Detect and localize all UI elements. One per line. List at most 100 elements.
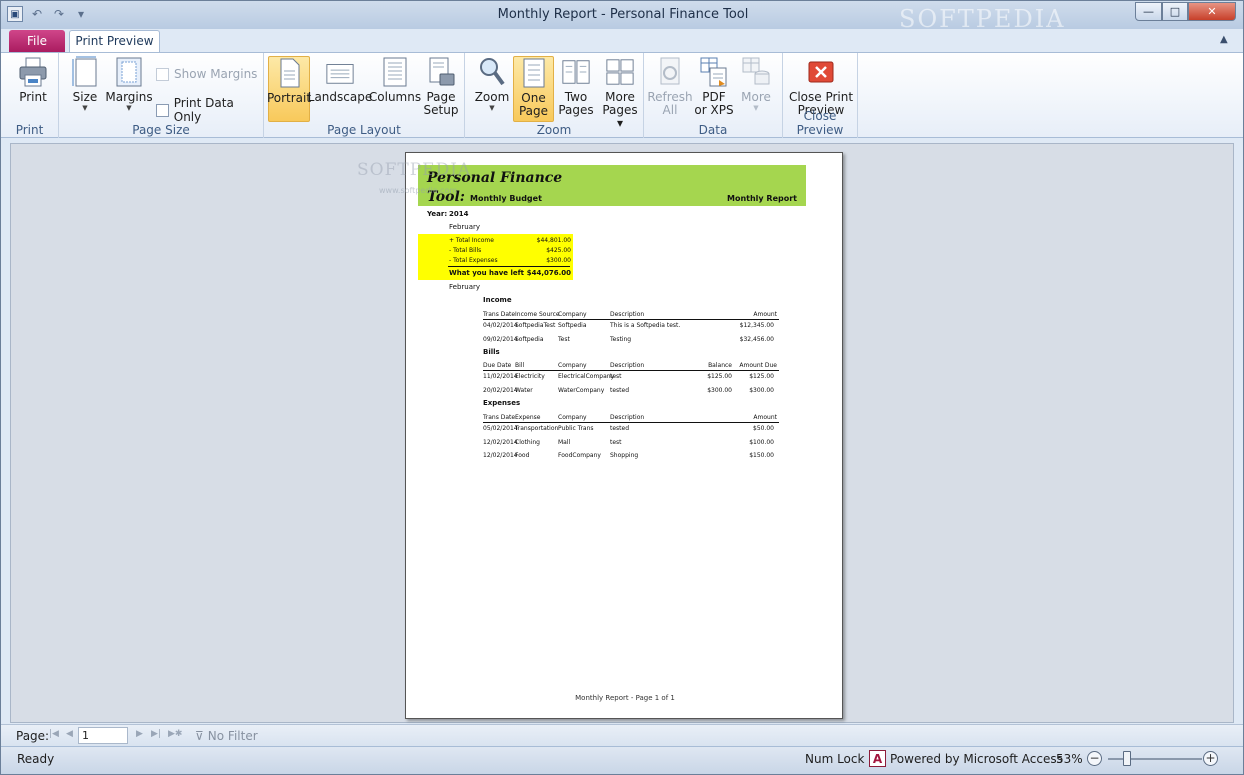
year-label: Year: (427, 210, 448, 218)
page-number-input[interactable]: 1 (78, 727, 128, 744)
summary-divider (448, 266, 570, 267)
size-label: Size (72, 90, 98, 104)
landscape-button[interactable]: Landscape (308, 56, 372, 120)
refresh-label-2: All (662, 103, 678, 117)
portrait-label: Portrait (266, 91, 312, 105)
margins-dropdown-icon: ▼ (126, 104, 132, 112)
table-cell: $32,456.00 (739, 336, 774, 343)
expenses-header-expense: Expense (515, 414, 541, 421)
table-cell: $100.00 (749, 439, 774, 446)
landscape-label: Landscape (307, 90, 373, 104)
group-data: Refresh All PDF or XPS More ▼ Data (644, 53, 783, 138)
summary-income-value: $44,801.00 (536, 237, 571, 244)
summary-bills-value: $425.00 (546, 247, 571, 254)
table-cell: tested (610, 387, 630, 394)
landscape-icon (325, 56, 355, 88)
zoom-dropdown-icon: ▼ (489, 104, 495, 112)
more-data-button[interactable]: More ▼ (736, 56, 776, 120)
pdf-xps-icon (699, 56, 729, 88)
size-button[interactable]: Size ▼ (67, 56, 103, 120)
table-cell: Mall (558, 439, 571, 446)
expenses-header-company: Company (558, 414, 587, 421)
title-bar: ▣ ↶ ↷ ▾ SOFTPEDIA Monthly Report - Perso… (1, 1, 1243, 33)
show-margins-box (156, 67, 169, 81)
table-cell: 05/02/2014 (483, 425, 518, 432)
summary-bills-label: - Total Bills (449, 247, 482, 254)
close-button[interactable]: ✕ (1188, 2, 1236, 21)
margins-button[interactable]: Margins ▼ (105, 56, 153, 120)
zoom-slider-thumb[interactable] (1123, 751, 1131, 766)
powered-by: A Powered by Microsoft Access (869, 750, 1063, 767)
tab-file[interactable]: File (9, 30, 65, 53)
print-data-only-label: Print Data Only (173, 96, 234, 124)
more-pages-button[interactable]: More Pages ▾ (598, 56, 642, 130)
group-label-data: Data (698, 123, 728, 137)
print-label: Print (19, 90, 47, 104)
bills-header-rule (483, 370, 779, 371)
close-preview-icon (806, 56, 836, 88)
print-button[interactable]: Print (11, 56, 55, 120)
expenses-header-amount: Amount (753, 414, 777, 421)
no-filter-label: No Filter (207, 729, 258, 743)
one-page-button[interactable]: One Page (513, 56, 554, 122)
zoom-out-button[interactable]: − (1087, 751, 1102, 766)
print-data-only-checkbox[interactable]: Print Data Only (156, 96, 263, 124)
page-setup-label-2: Setup (423, 103, 459, 117)
columns-icon (380, 56, 410, 88)
two-pages-button[interactable]: Two Pages (556, 56, 596, 120)
group-zoom: Zoom ▼ One Page Two Pages More Pages ▾ Z… (465, 53, 644, 138)
group-label-close-preview: Close Preview (796, 109, 844, 137)
zoom-in-button[interactable]: + (1203, 751, 1218, 766)
minimize-button[interactable]: — (1135, 2, 1162, 21)
show-margins-checkbox[interactable]: Show Margins (156, 67, 257, 81)
access-logo-icon: A (869, 750, 886, 767)
filter-icon: ⊽ (195, 729, 204, 743)
collapse-ribbon-icon[interactable]: ▲ (1220, 34, 1228, 45)
previous-page-icon[interactable]: ◀ (66, 729, 73, 739)
summary-box: + Total Income $44,801.00 - Total Bills … (418, 234, 573, 280)
pdf-xps-button[interactable]: PDF or XPS (694, 56, 734, 120)
columns-button[interactable]: Columns (369, 56, 421, 120)
table-cell: Testing (610, 336, 632, 343)
next-page-icon[interactable]: ▶ (136, 729, 143, 739)
zoom-button[interactable]: Zoom ▼ (473, 56, 511, 120)
table-cell: $150.00 (749, 452, 774, 459)
expenses-title: Expenses (483, 399, 521, 407)
page-setup-icon (426, 56, 456, 88)
report-header: Personal Finance Tool: Monthly Budget Mo… (418, 165, 806, 206)
report-page: Personal Finance Tool: Monthly Budget Mo… (405, 152, 843, 719)
bills-header-description: Description (610, 362, 645, 369)
portrait-button[interactable]: Portrait (266, 56, 312, 122)
table-cell: tested (610, 425, 630, 432)
printer-icon (18, 56, 48, 88)
zoom-label: Zoom (474, 90, 510, 104)
page-setup-button[interactable]: Page Setup (422, 56, 460, 120)
zoom-level[interactable]: 53% (1056, 752, 1083, 766)
refresh-icon (655, 56, 685, 88)
group-page-layout: Portrait Landscape Columns Page Setup Pa… (264, 53, 465, 138)
report-right-title: Monthly Report (727, 194, 797, 203)
income-header-amount: Amount (753, 311, 777, 318)
table-cell: ElectricalCompany (558, 373, 615, 380)
status-ready: Ready (17, 752, 55, 766)
first-page-icon[interactable]: |◀ (49, 729, 59, 739)
refresh-all-button[interactable]: Refresh All (647, 56, 693, 120)
table-cell: Softpedia (515, 336, 544, 343)
softpedia-url-watermark: www.softpedia.com (379, 186, 458, 195)
print-data-only-box (156, 103, 169, 117)
group-print: Print Print (1, 53, 59, 138)
tab-print-preview[interactable]: Print Preview (69, 30, 160, 54)
more-data-dropdown-icon: ▼ (753, 104, 759, 112)
bills-header-company: Company (558, 362, 587, 369)
last-page-icon[interactable]: ▶| (151, 729, 161, 739)
table-cell: Electricity (515, 373, 545, 380)
preview-area[interactable]: Personal Finance Tool: Monthly Budget Mo… (10, 143, 1234, 723)
table-cell: SoftpediaTest (515, 322, 556, 329)
table-cell: test (610, 439, 622, 446)
left-value: $44,076.00 (526, 269, 571, 277)
table-cell: Public Trans (558, 425, 594, 432)
maximize-button[interactable]: □ (1162, 2, 1188, 21)
no-filter-button[interactable]: ⊽ No Filter (195, 729, 258, 743)
new-record-icon[interactable]: ▶✱ (168, 729, 182, 739)
pdf-label-2: or XPS (694, 103, 734, 117)
